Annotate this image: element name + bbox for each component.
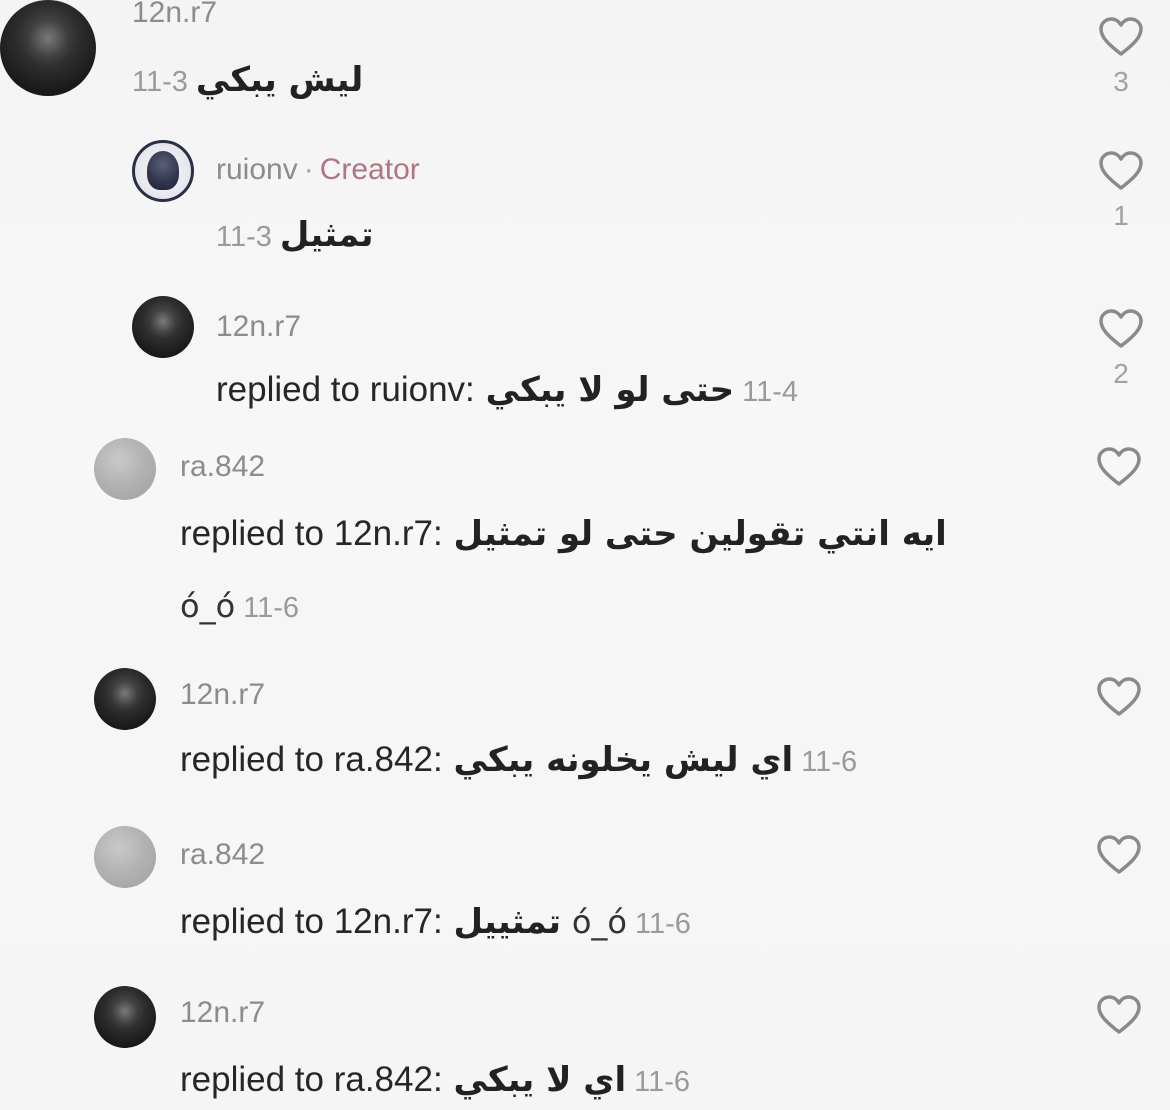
comment-text: تمثيل [279, 215, 374, 255]
comment-text-line: replied to ruionv: حتى لو لا يبكي 11-4 [216, 370, 806, 410]
avatar[interactable] [94, 438, 156, 500]
reply-prefix: replied to 12n.r7: [180, 514, 443, 553]
comments-screen: 12n.r7 11-3 ليش يبكي 3 ruionv · Creator 11-… [0, 0, 1170, 1110]
comment-text-line: ó_ó 11-6 [180, 586, 307, 626]
like-count: 3 [1113, 66, 1129, 97]
comment-text: ليش يبكي [195, 60, 364, 100]
reply-prefix: replied to 12n.r7: [180, 902, 443, 941]
comment-date: 11-4 [742, 376, 798, 408]
reply-prefix: replied to ra.842: [180, 740, 443, 779]
heart-outline-icon [1097, 447, 1141, 486]
heart-outline-icon [1099, 309, 1143, 348]
heart-outline-icon [1099, 151, 1143, 190]
comment-text-line: replied to ra.842: اي ليش يخلونه يبكي 11-… [180, 740, 865, 780]
avatar[interactable] [0, 0, 96, 96]
like-button[interactable]: 3 [1098, 16, 1144, 98]
like-button[interactable] [1096, 994, 1142, 1036]
comment-text: تمثييل [453, 902, 562, 942]
comment-text-line: replied to 12n.r7: تمثييل ó_ó 11-6 [180, 902, 699, 942]
comment-date: 11-3 [132, 66, 188, 98]
avatar[interactable] [94, 986, 156, 1048]
like-button[interactable] [1096, 834, 1142, 876]
heart-outline-icon [1097, 835, 1141, 874]
comment-text: اي لا يبكي [453, 1060, 627, 1100]
like-button[interactable] [1096, 446, 1142, 488]
comment-text-line: replied to 12n.r7: ايه انتي تقولين حتى ل… [180, 514, 947, 554]
avatar[interactable] [132, 296, 194, 358]
comment-date: 11-3 [216, 221, 272, 253]
comment-date: 11-6 [634, 1066, 690, 1098]
comment-date: 11-6 [801, 746, 858, 778]
comment-username[interactable]: 12n.r7 [216, 310, 301, 344]
comment-text-line: 11-3 تمثيل [216, 215, 374, 255]
separator-dot: · [303, 153, 314, 186]
comment-username[interactable]: 12n.r7 [180, 678, 265, 712]
comment-text-line: 11-3 ليش يبكي [132, 60, 363, 100]
comment-text-line: replied to ra.842: اي لا يبكي 11-6 [180, 1060, 698, 1100]
comment-username[interactable]: 12n.r7 [180, 996, 265, 1030]
like-button[interactable]: 1 [1098, 150, 1144, 232]
comment-username[interactable]: ra.842 [180, 838, 265, 872]
comment-emoticon: ó_ó [180, 587, 236, 625]
comment-text: اي ليش يخلونه يبكي [453, 740, 794, 780]
heart-outline-icon [1097, 677, 1141, 716]
creator-badge: Creator [319, 153, 420, 186]
like-button[interactable]: 2 [1098, 308, 1144, 390]
comment-username[interactable]: ra.842 [180, 450, 265, 484]
comment-emoticon: ó_ó [571, 903, 627, 941]
like-button[interactable] [1096, 676, 1142, 718]
reply-prefix: replied to ruionv: [216, 370, 475, 409]
comment-username[interactable]: 12n.r7 [132, 0, 217, 30]
avatar[interactable] [94, 826, 156, 888]
heart-outline-icon [1097, 995, 1141, 1034]
comment-date: 11-6 [635, 908, 691, 940]
comment-username[interactable]: ruionv [216, 153, 298, 186]
comment-text: حتى لو لا يبكي [485, 370, 735, 410]
comment-username-line: ruionv · Creator [216, 153, 420, 187]
reply-prefix: replied to ra.842: [180, 1060, 443, 1099]
comment-text: ايه انتي تقولين حتى لو تمثيل [453, 514, 947, 554]
like-count: 1 [1113, 200, 1129, 231]
avatar[interactable] [94, 668, 156, 730]
comment-date: 11-6 [243, 592, 300, 624]
like-count: 2 [1113, 358, 1129, 389]
heart-outline-icon [1099, 17, 1143, 56]
avatar[interactable] [132, 140, 194, 202]
